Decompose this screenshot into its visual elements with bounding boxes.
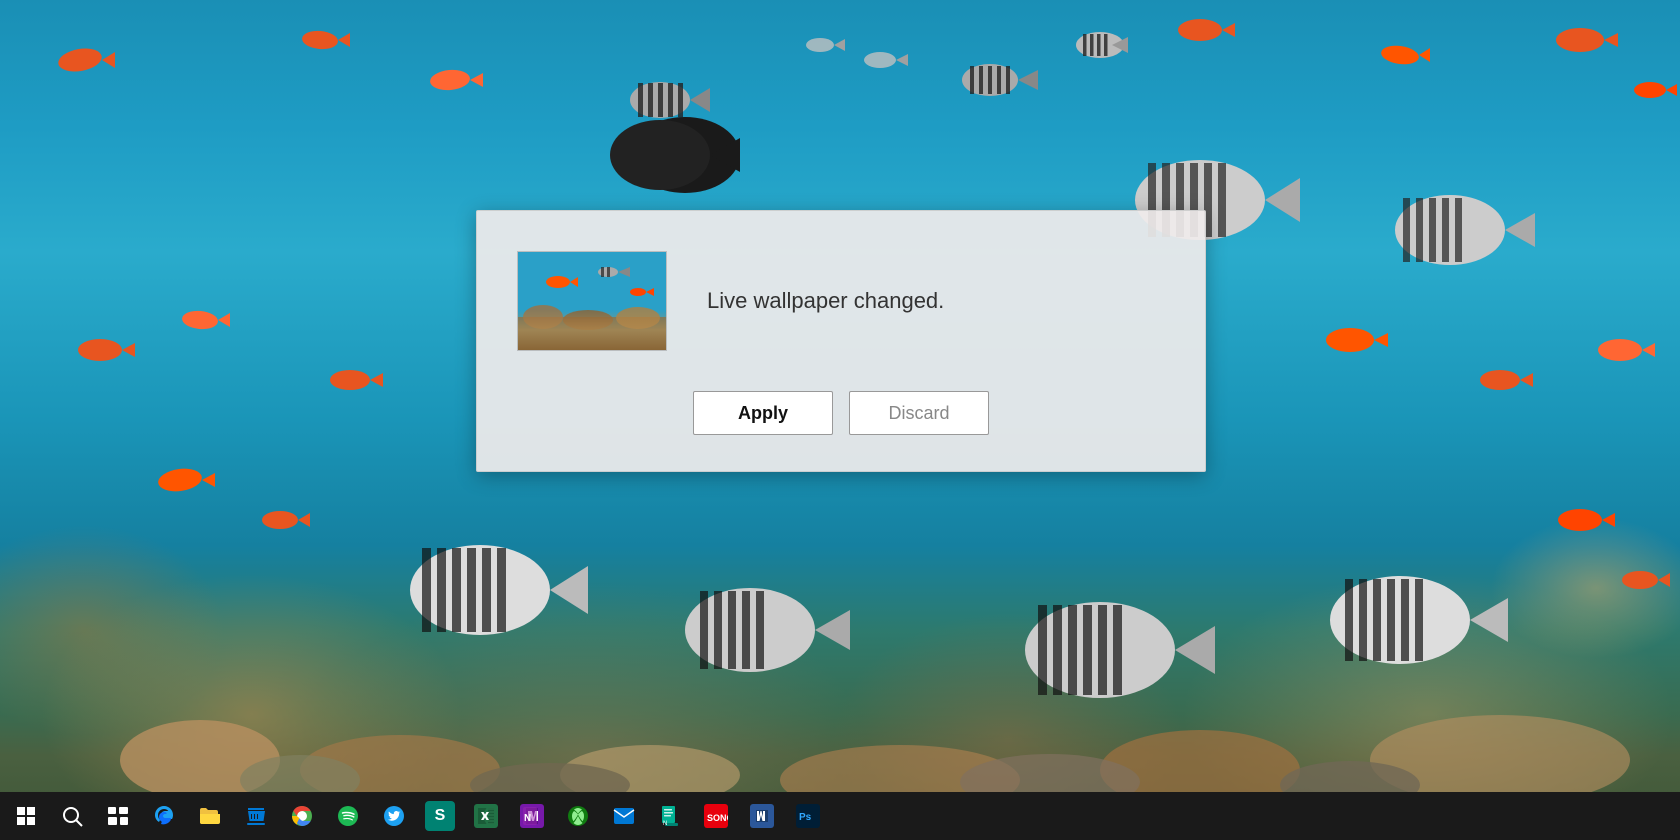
dialog-thumbnail: [517, 251, 667, 351]
apply-button[interactable]: Apply: [693, 391, 833, 435]
file-explorer-button[interactable]: [188, 794, 232, 838]
edge-button[interactable]: [142, 794, 186, 838]
mail-button[interactable]: [602, 794, 646, 838]
dialog-buttons: Apply Discard: [517, 391, 1165, 435]
note-button[interactable]: N: [648, 794, 692, 838]
discard-button[interactable]: Discard: [849, 391, 989, 435]
dialog-message: Live wallpaper changed.: [707, 288, 944, 314]
excel-button[interactable]: [464, 794, 508, 838]
dialog-thumbnail-inner: [518, 252, 666, 350]
start-button[interactable]: [4, 794, 48, 838]
svg-text:N: N: [663, 821, 667, 827]
sonos-button[interactable]: SONOS: [694, 794, 738, 838]
xbox-button[interactable]: [556, 794, 600, 838]
dialog-content: Live wallpaper changed.: [517, 251, 1165, 351]
twitter-button[interactable]: [372, 794, 416, 838]
sway-button[interactable]: S: [418, 794, 462, 838]
search-button[interactable]: [50, 794, 94, 838]
taskbar: S N: [0, 792, 1680, 840]
task-view-button[interactable]: [96, 794, 140, 838]
svg-text:SONOS: SONOS: [707, 813, 728, 823]
word-button[interactable]: [740, 794, 784, 838]
chrome-button[interactable]: [280, 794, 324, 838]
spotify-button[interactable]: [326, 794, 370, 838]
dialog: Live wallpaper changed. Apply Discard: [476, 210, 1206, 472]
photoshop-button[interactable]: Ps: [786, 794, 830, 838]
svg-text:N: N: [524, 813, 531, 824]
onenote-button[interactable]: N: [510, 794, 554, 838]
svg-text:Ps: Ps: [799, 812, 812, 823]
store-button[interactable]: [234, 794, 278, 838]
